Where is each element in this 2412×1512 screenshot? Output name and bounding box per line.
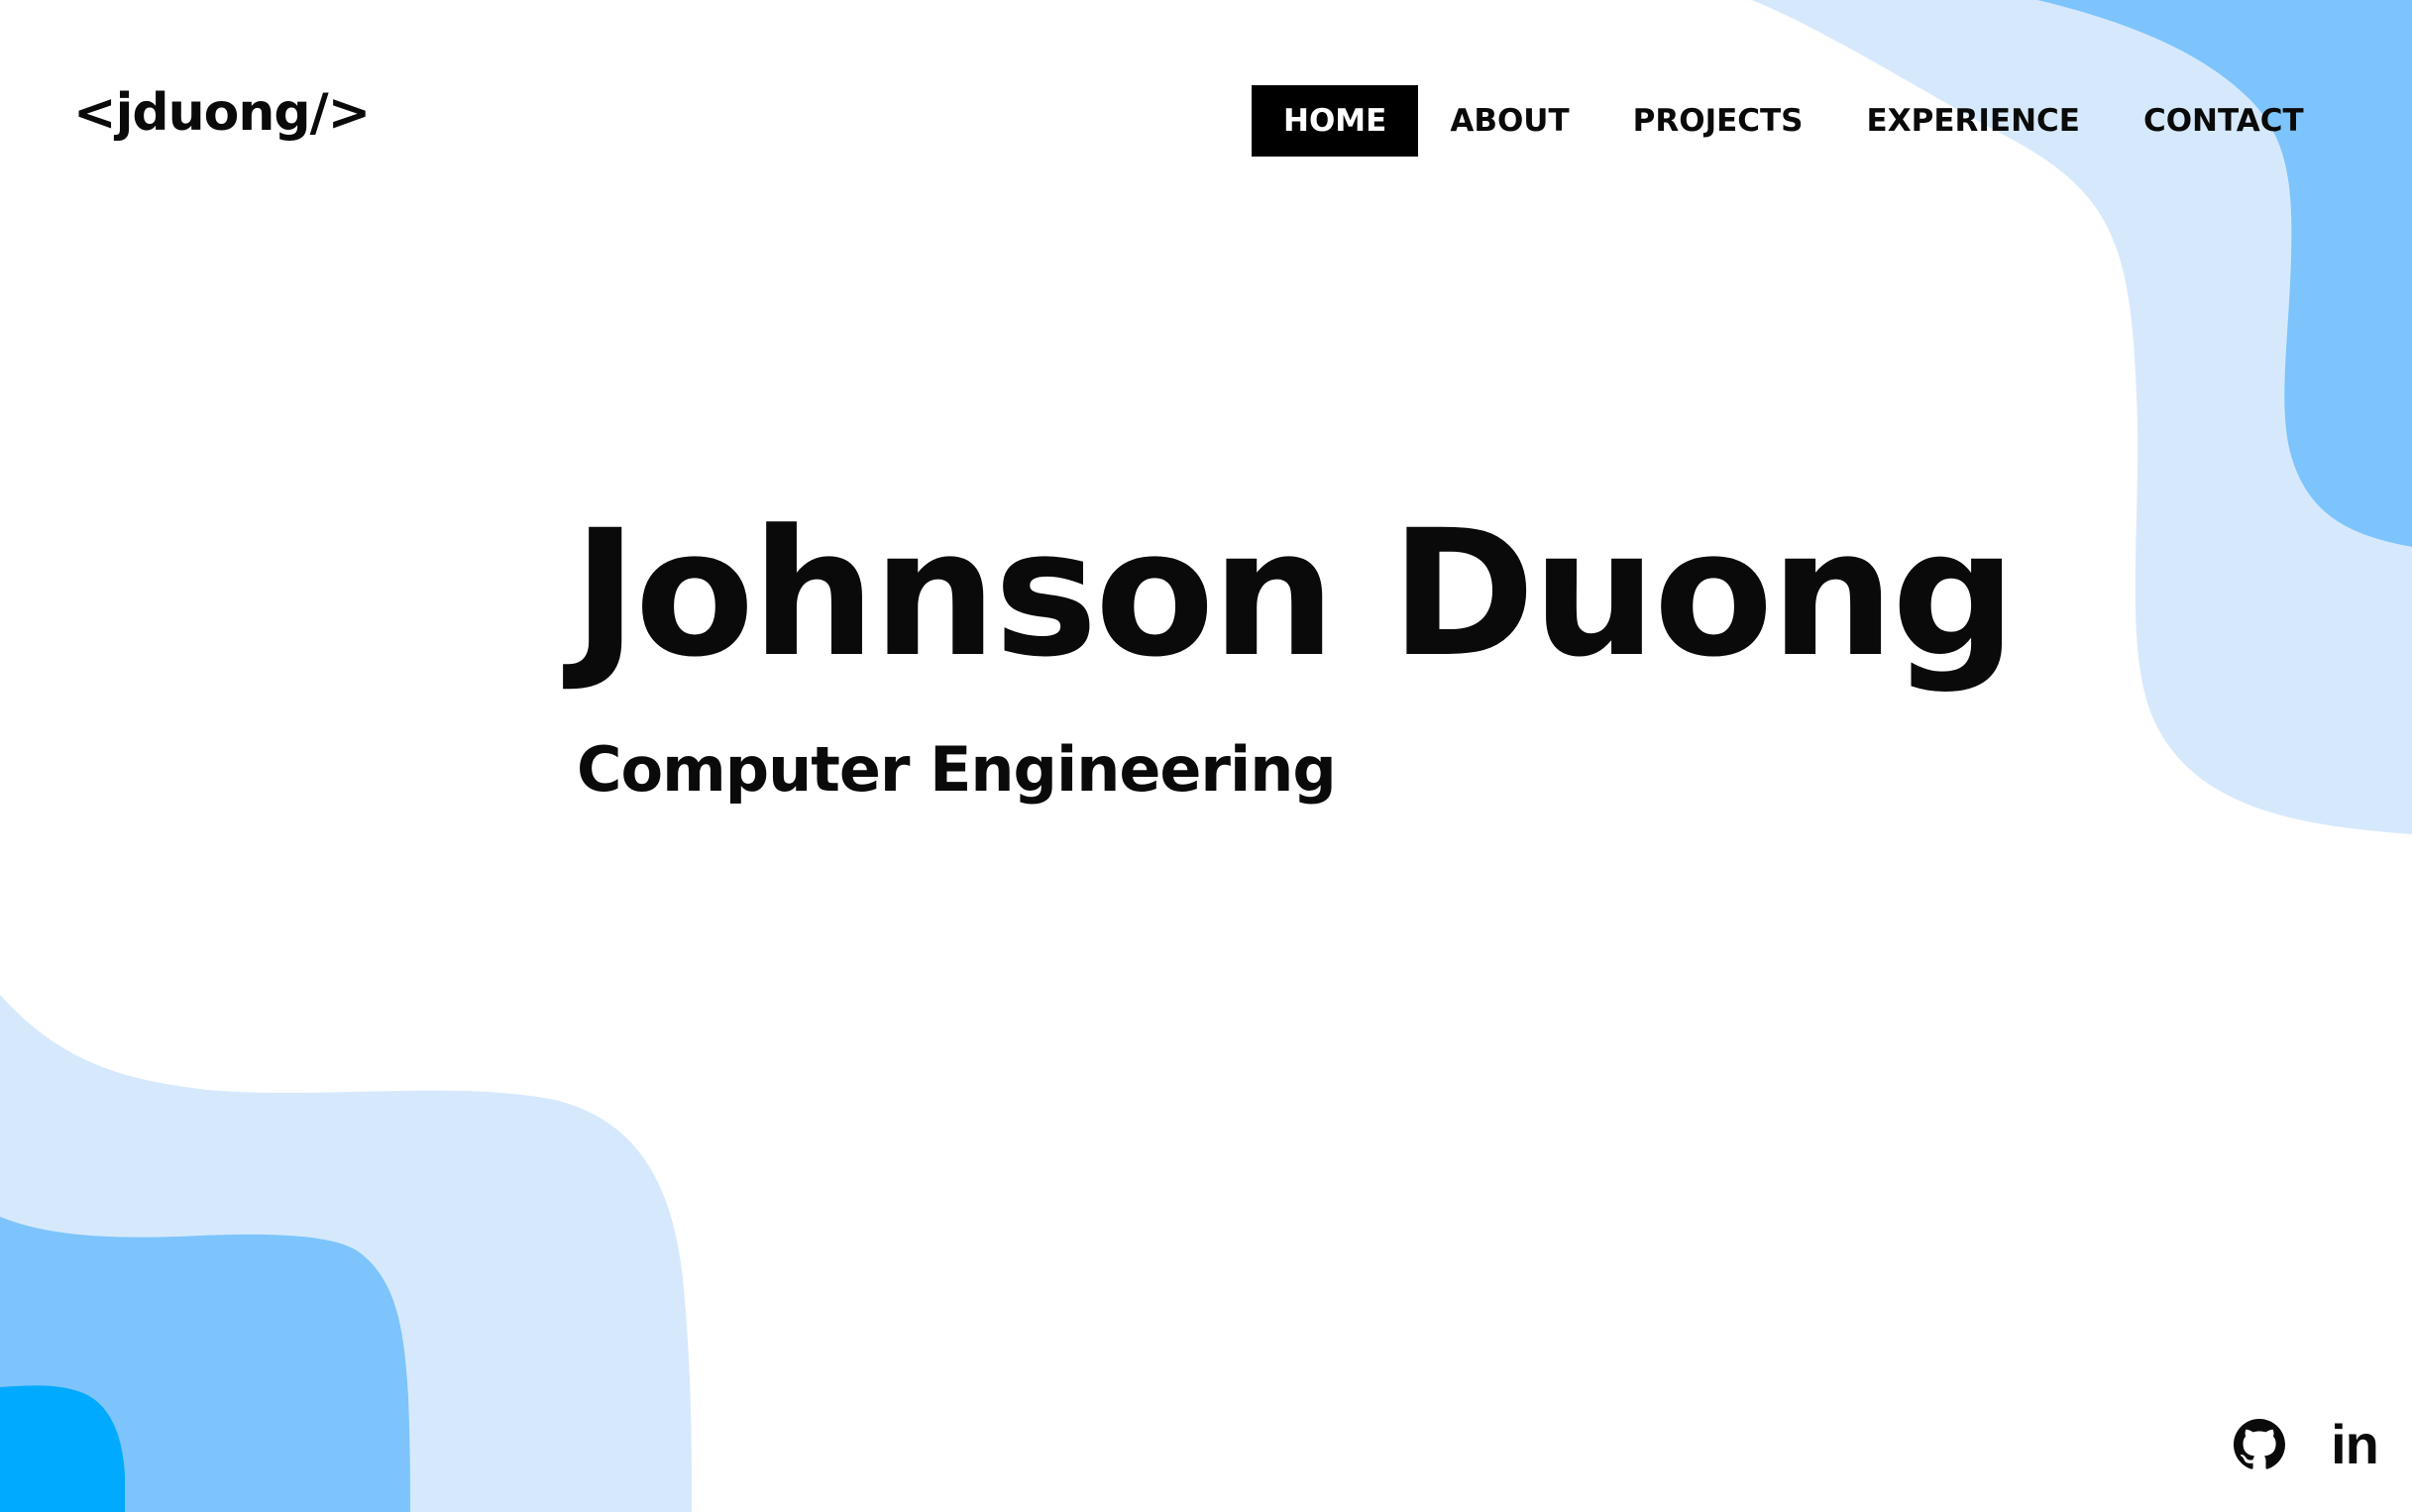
page: <jduong/> HOME ABOUT PROJECTS EXPERIENCE…: [0, 0, 2412, 1512]
nav-contact[interactable]: CONTACT: [2112, 85, 2336, 157]
hero-name: Johnson Duong: [573, 492, 2017, 696]
main-nav: HOME ABOUT PROJECTS EXPERIENCE CONTACT: [1252, 85, 2336, 157]
nav-home[interactable]: HOME: [1252, 85, 1419, 157]
github-icon-glyph: [2234, 1419, 2285, 1469]
linkedin-icon[interactable]: in: [2327, 1417, 2382, 1472]
nav-experience[interactable]: EXPERIENCE: [1835, 85, 2112, 157]
social-links: in: [2232, 1417, 2382, 1472]
hero-subtitle: Computer Engineering: [577, 733, 1337, 806]
nav-projects[interactable]: PROJECTS: [1601, 85, 1835, 157]
github-icon[interactable]: [2232, 1417, 2287, 1472]
nav-about[interactable]: ABOUT: [1418, 85, 1600, 157]
site-logo[interactable]: <jduong/>: [73, 83, 371, 143]
linkedin-glyph: in: [2331, 1413, 2379, 1475]
